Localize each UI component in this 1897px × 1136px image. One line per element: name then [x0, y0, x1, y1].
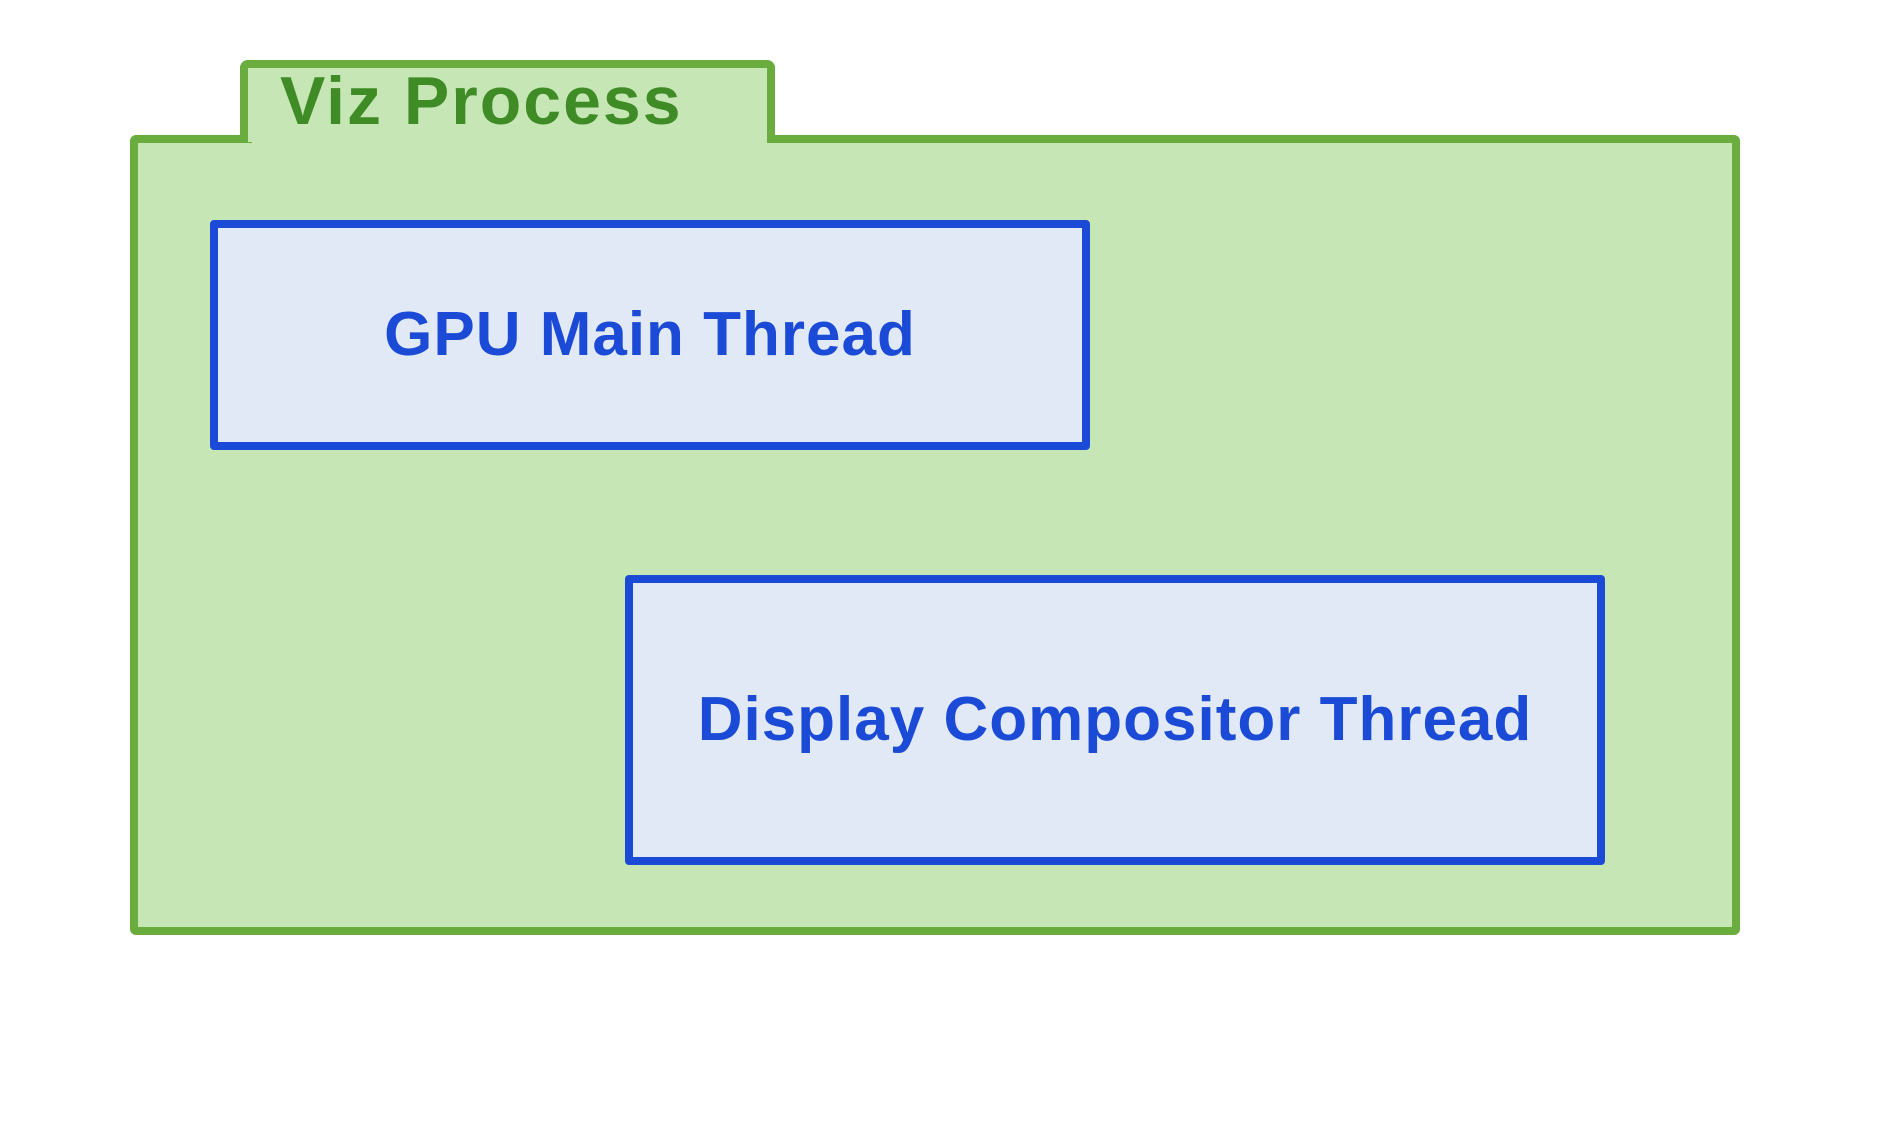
gpu-main-thread-label: GPU Main Thread — [384, 299, 916, 370]
viz-process-title: Viz Process — [280, 62, 760, 140]
diagram-canvas: Viz Process GPU Main Thread Display Comp… — [0, 0, 1897, 1136]
display-compositor-thread-box: Display Compositor Thread — [625, 575, 1605, 865]
gpu-main-thread-box: GPU Main Thread — [210, 220, 1090, 450]
display-compositor-thread-label: Display Compositor Thread — [698, 684, 1533, 755]
